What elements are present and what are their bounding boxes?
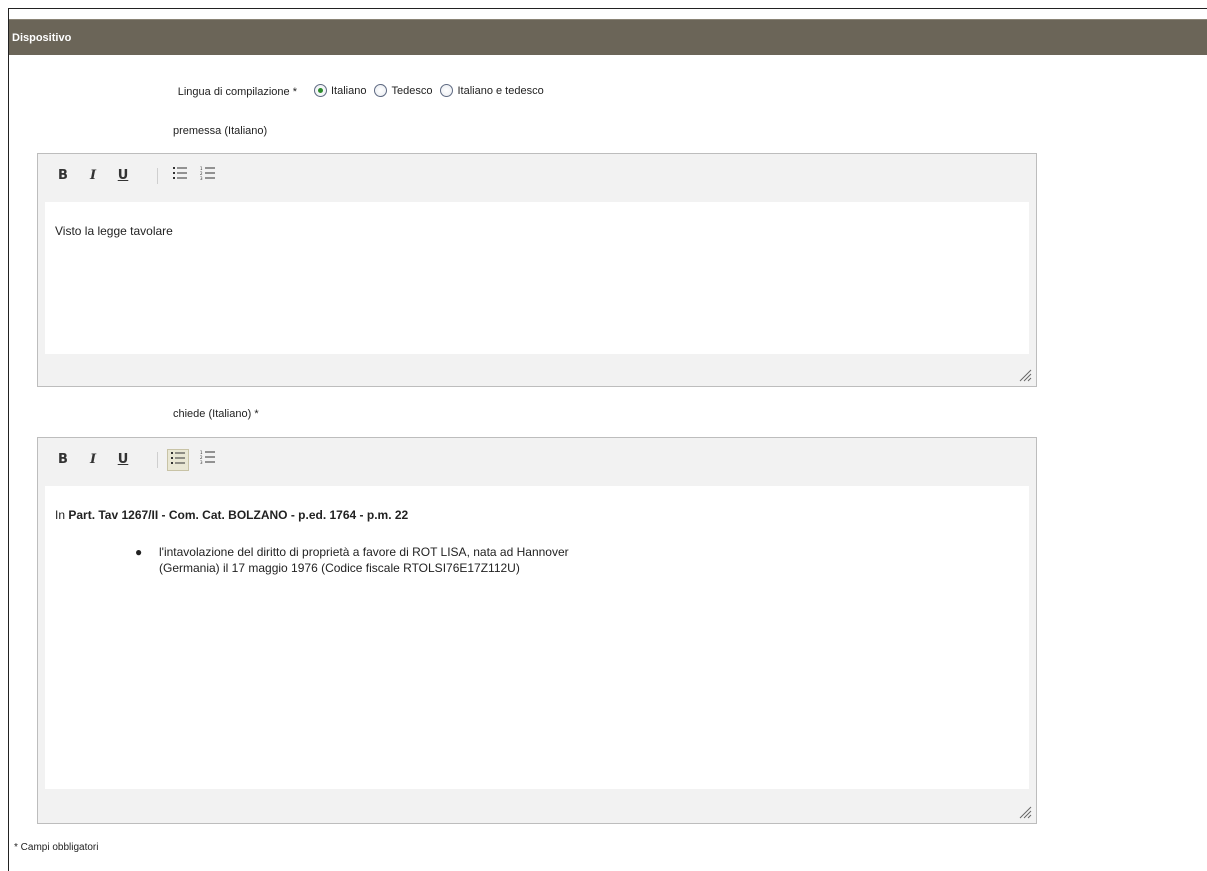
resize-handle-icon[interactable] xyxy=(1018,368,1032,382)
chiede-toolbar: B I U 123 xyxy=(38,438,1036,484)
premessa-label: premessa (Italiano) xyxy=(173,125,268,137)
bullet-line-1: l'intavolazione del diritto di proprietà… xyxy=(159,545,569,559)
language-row: Lingua di compilazione * Italiano Tedesc… xyxy=(9,84,1207,106)
chiede-textarea[interactable]: In Part. Tav 1267/II - Com. Cat. BOLZANO… xyxy=(45,486,1029,789)
chiede-editor: B I U 123 In Part. Tav 1267/II - Com. Ca… xyxy=(37,437,1037,824)
bold-button[interactable]: B xyxy=(52,449,74,471)
radio-italiano-label[interactable]: Italiano xyxy=(331,85,366,97)
italic-button[interactable]: I xyxy=(82,165,104,187)
toolbar-separator xyxy=(157,168,158,184)
premessa-text: Visto la legge tavolare xyxy=(55,224,173,238)
panel-header: Dispositivo xyxy=(9,19,1207,55)
language-radio-group: Italiano Tedesco Italiano e tedesco xyxy=(312,84,550,97)
chiede-bold-reference: Part. Tav 1267/II - Com. Cat. BOLZANO - … xyxy=(68,508,409,522)
svg-text:3: 3 xyxy=(200,176,203,180)
language-label: Lingua di compilazione * xyxy=(177,86,297,98)
required-fields-note: * Campi obbligatori xyxy=(14,842,99,853)
toolbar-separator xyxy=(157,452,158,468)
premessa-textarea[interactable]: Visto la legge tavolare xyxy=(45,202,1029,354)
italic-button[interactable]: I xyxy=(82,449,104,471)
premessa-editor: B I U 123 Visto la legge tavolare xyxy=(37,153,1037,387)
radio-italiano[interactable] xyxy=(314,84,327,97)
underline-button[interactable]: U xyxy=(112,449,134,471)
numbered-list-icon[interactable]: 123 xyxy=(197,449,219,471)
radio-italiano-tedesco[interactable] xyxy=(440,84,454,97)
radio-tedesco[interactable] xyxy=(374,84,388,97)
numbered-list-icon[interactable]: 123 xyxy=(197,165,219,187)
chiede-prefix: In xyxy=(55,508,69,522)
underline-button[interactable]: U xyxy=(112,165,134,187)
chiede-label: chiede (Italiano) * xyxy=(173,408,259,420)
dispositivo-panel: Dispositivo Lingua di compilazione * Ita… xyxy=(8,8,1207,871)
bullet-line-2: (Germania) il 17 maggio 1976 (Codice fis… xyxy=(159,561,520,575)
bulleted-list-icon[interactable] xyxy=(167,449,189,471)
bold-button[interactable]: B xyxy=(52,165,74,187)
bullet-dot-icon: ● xyxy=(135,545,143,559)
chiede-first-line: In Part. Tav 1267/II - Com. Cat. BOLZANO… xyxy=(55,508,408,522)
list-item: ● l'intavolazione del diritto di proprie… xyxy=(135,544,569,576)
bulleted-list-icon[interactable] xyxy=(169,165,191,187)
radio-italiano-tedesco-label[interactable]: Italiano e tedesco xyxy=(457,85,543,97)
resize-handle-icon[interactable] xyxy=(1018,805,1032,819)
radio-tedesco-label[interactable]: Tedesco xyxy=(391,85,432,97)
svg-text:3: 3 xyxy=(200,460,203,464)
premessa-toolbar: B I U 123 xyxy=(38,154,1036,200)
